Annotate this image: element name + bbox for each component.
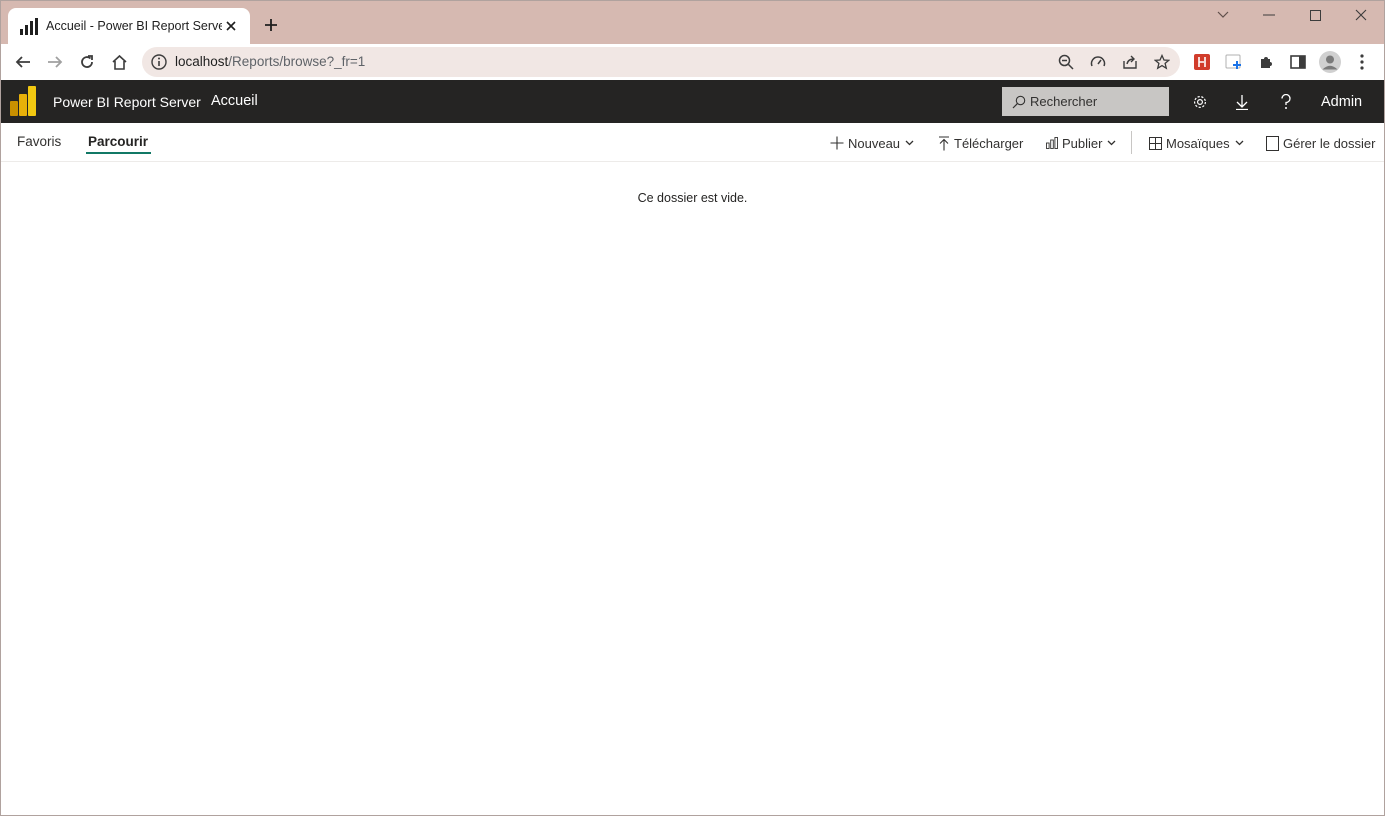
site-info-icon[interactable] bbox=[150, 53, 168, 71]
settings-gear-icon[interactable] bbox=[1189, 91, 1211, 113]
address-bar[interactable]: localhost/Reports/browse?_fr=1 bbox=[142, 47, 1180, 77]
command-bar: Favoris Parcourir Nouveau Télécharger Pu… bbox=[0, 123, 1385, 162]
forward-icon[interactable] bbox=[42, 49, 68, 75]
publish-label: Publier bbox=[1062, 135, 1103, 151]
upload-icon bbox=[939, 135, 949, 150]
manage-label: Gérer le dossier bbox=[1283, 135, 1376, 151]
bar-chart-icon bbox=[20, 17, 38, 35]
side-panel-icon[interactable] bbox=[1285, 49, 1311, 75]
puzzle-icon[interactable] bbox=[1253, 49, 1279, 75]
power-bi-logo-icon[interactable] bbox=[10, 86, 36, 116]
app-name[interactable]: Power BI Report Server bbox=[53, 94, 201, 110]
search-placeholder: Rechercher bbox=[1030, 94, 1098, 109]
tab-title: Accueil - Power BI Report Server bbox=[46, 19, 222, 33]
profile-avatar-icon[interactable] bbox=[1317, 49, 1343, 75]
new-tab-button[interactable] bbox=[260, 14, 282, 36]
close-tab-icon[interactable] bbox=[222, 17, 240, 35]
back-icon[interactable] bbox=[10, 49, 36, 75]
zoom-icon[interactable] bbox=[1056, 52, 1076, 72]
tab-search-icon[interactable] bbox=[1208, 4, 1238, 26]
bookmark-star-icon[interactable] bbox=[1152, 52, 1172, 72]
view-label: Mosaïques bbox=[1166, 135, 1230, 151]
chevron-down-icon bbox=[1108, 140, 1116, 146]
search-input[interactable]: Rechercher bbox=[1002, 87, 1169, 116]
tab-browse[interactable]: Parcourir bbox=[88, 134, 148, 149]
tab-favorites[interactable]: Favoris bbox=[17, 134, 61, 149]
url-text: localhost/Reports/browse?_fr=1 bbox=[175, 54, 365, 69]
publish-button[interactable]: Publier bbox=[1046, 133, 1116, 153]
home-icon[interactable] bbox=[106, 49, 132, 75]
url-path: /Reports/browse?_fr=1 bbox=[228, 54, 366, 69]
plus-icon bbox=[830, 136, 844, 150]
browser-tab[interactable]: Accueil - Power BI Report Server bbox=[8, 8, 250, 44]
new-button[interactable]: Nouveau bbox=[830, 133, 914, 153]
reload-icon[interactable] bbox=[74, 49, 100, 75]
user-menu[interactable]: Admin bbox=[1321, 94, 1362, 110]
extension-add-icon[interactable] bbox=[1221, 49, 1247, 75]
maximize-icon[interactable] bbox=[1300, 4, 1330, 26]
upload-label: Télécharger bbox=[954, 135, 1024, 151]
chevron-down-icon bbox=[905, 140, 914, 146]
browser-menu-icon[interactable] bbox=[1349, 49, 1375, 75]
manage-folder-button[interactable]: Gérer le dossier bbox=[1266, 133, 1375, 153]
tiles-grid-icon bbox=[1149, 136, 1162, 150]
close-window-icon[interactable] bbox=[1346, 4, 1376, 26]
minimize-icon[interactable] bbox=[1254, 4, 1284, 26]
extension-red-icon[interactable] bbox=[1189, 49, 1215, 75]
folder-page-icon bbox=[1266, 135, 1279, 151]
help-icon[interactable] bbox=[1275, 91, 1297, 113]
view-tiles-button[interactable]: Mosaïques bbox=[1149, 133, 1244, 153]
power-bi-bars-icon bbox=[1046, 137, 1058, 149]
url-host: localhost bbox=[175, 54, 229, 69]
share-icon[interactable] bbox=[1120, 52, 1140, 72]
browser-tab-strip: Accueil - Power BI Report Server bbox=[0, 0, 1385, 44]
upload-button[interactable]: Télécharger bbox=[938, 133, 1023, 153]
breadcrumb[interactable]: Accueil bbox=[211, 93, 258, 109]
pbi-header: Power BI Report Server Accueil Recherche… bbox=[0, 80, 1385, 123]
performance-icon[interactable] bbox=[1088, 52, 1108, 72]
browser-toolbar: localhost/Reports/browse?_fr=1 bbox=[0, 44, 1385, 80]
new-label: Nouveau bbox=[848, 135, 901, 151]
command-divider bbox=[1131, 131, 1132, 154]
chevron-down-icon bbox=[1235, 140, 1244, 146]
active-tab-indicator bbox=[86, 152, 151, 154]
download-icon[interactable] bbox=[1231, 91, 1253, 113]
search-icon bbox=[1012, 95, 1026, 109]
empty-folder-message: Ce dossier est vide. bbox=[637, 191, 748, 205]
